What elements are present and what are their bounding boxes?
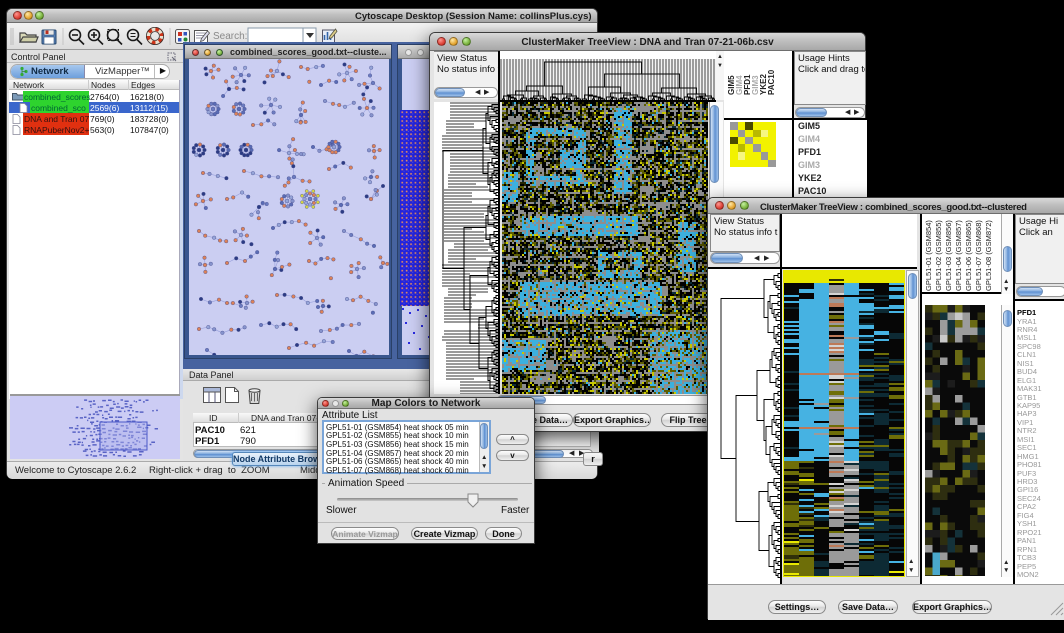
svg-text:Search:: Search: [213,31,247,42]
